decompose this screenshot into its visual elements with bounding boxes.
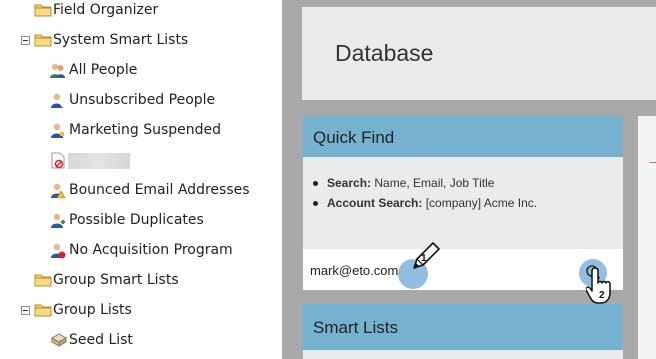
page-title: Database xyxy=(335,40,434,66)
folder-icon xyxy=(34,32,52,52)
smart-lists-header: Smart Lists xyxy=(303,304,623,350)
collapse-toggle-icon[interactable] xyxy=(21,306,30,315)
person-unsubscribed-icon xyxy=(50,92,66,113)
quick-find-header: Quick Find xyxy=(303,116,623,157)
secondary-panel xyxy=(638,116,656,359)
panel-divider xyxy=(650,162,656,163)
tree-item-all-people[interactable]: All People xyxy=(0,56,282,86)
blocked-document-icon xyxy=(51,152,66,173)
tree-item-seed-list[interactable]: Seed List xyxy=(0,326,282,356)
smart-lists-title: Smart Lists xyxy=(313,318,399,337)
tree-item-label: System Smart Lists xyxy=(53,32,189,48)
tip-text: Name, Email, Job Title xyxy=(371,176,495,190)
hand-cursor-step-2-icon: 2 xyxy=(585,266,620,310)
quick-find-panel: Quick Find Search: Name, Email, Job Titl… xyxy=(303,116,623,290)
redacted-label xyxy=(68,153,130,169)
tree-item-label: Unsubscribed People xyxy=(69,92,216,108)
tree-item-field-organizer[interactable]: Field Organizer xyxy=(0,0,282,26)
page-header: Database xyxy=(302,7,656,100)
tree-item-label: Seed List xyxy=(69,332,133,348)
tree-item-system-smart-lists[interactable]: System Smart Lists xyxy=(0,26,282,56)
quick-find-tips: Search: Name, Email, Job Title Account S… xyxy=(313,176,537,216)
tree-item-label: Bounced Email Addresses xyxy=(69,182,250,198)
step-badge: 1 xyxy=(421,253,427,264)
database-tree: Field Organizer System Smart Lists All P… xyxy=(0,0,282,359)
step-badge: 2 xyxy=(599,290,605,301)
tree-item-unsubscribed-people[interactable]: Unsubscribed People xyxy=(0,86,282,116)
person-no-program-icon xyxy=(50,242,66,263)
tip-search: Search: Name, Email, Job Title xyxy=(313,176,537,196)
tip-account-search: Account Search: [company] Acme Inc. xyxy=(313,196,537,216)
tree-item-no-acquisition-program[interactable]: No Acquisition Program xyxy=(0,236,282,266)
tree-item-label: Marketing Suspended xyxy=(69,122,222,138)
quick-find-input-row xyxy=(303,249,623,290)
tip-text: [company] Acme Inc. xyxy=(422,196,538,210)
pencil-step-1-icon: 1 xyxy=(408,238,444,278)
collapse-toggle-icon[interactable] xyxy=(21,36,30,45)
smart-lists-panel: Smart Lists xyxy=(303,304,623,359)
tree-item-group-lists[interactable]: Group Lists xyxy=(0,296,282,326)
person-warning-icon xyxy=(50,182,66,203)
tip-key: Account Search: xyxy=(327,196,423,210)
quick-find-title: Quick Find xyxy=(313,128,395,147)
tree-item-label: Possible Duplicates xyxy=(69,212,204,228)
tree-item-possible-duplicates[interactable]: Possible Duplicates xyxy=(0,206,282,236)
tree-item-label: Group Smart Lists xyxy=(53,272,179,288)
tree-item-label: No Acquisition Program xyxy=(69,242,233,258)
seed-list-icon xyxy=(50,332,68,352)
tree-item-label: All People xyxy=(69,62,138,78)
folder-icon xyxy=(34,2,52,22)
person-suspended-icon xyxy=(50,122,66,143)
tree-item-bounced-email-addresses[interactable]: Bounced Email Addresses xyxy=(0,176,282,206)
people-group-icon xyxy=(49,62,66,83)
tip-key: Search: xyxy=(327,176,372,190)
tree-item-group-smart-lists[interactable]: Group Smart Lists xyxy=(0,266,282,296)
tree-item-label: Group Lists xyxy=(53,302,132,318)
tree-item-label: Field Organizer xyxy=(53,2,159,18)
folder-icon xyxy=(34,272,52,292)
tree-item-redacted[interactable] xyxy=(0,146,282,176)
person-duplicate-icon xyxy=(50,212,66,233)
folder-icon xyxy=(34,302,52,322)
tree-item-marketing-suspended[interactable]: Marketing Suspended xyxy=(0,116,282,146)
